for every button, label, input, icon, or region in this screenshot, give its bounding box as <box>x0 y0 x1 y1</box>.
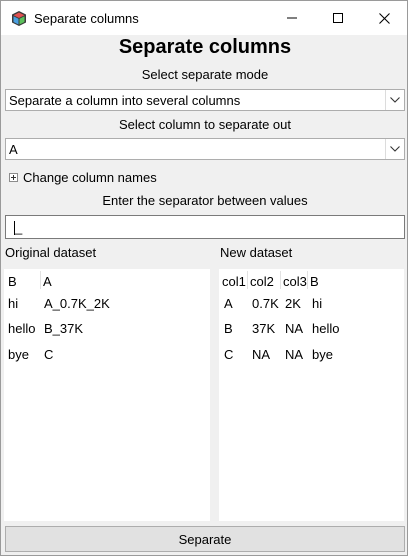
table-header-cell: col2 <box>250 274 274 289</box>
chevron-down-icon <box>390 97 400 103</box>
change-column-names-label: Change column names <box>23 169 157 185</box>
table-cell: 2K <box>285 296 301 311</box>
column-label: Select column to separate out <box>119 117 291 132</box>
table-cell: A <box>224 296 233 311</box>
close-icon <box>378 12 390 24</box>
original-dataset-label: Original dataset <box>5 245 97 260</box>
table-cell: B <box>224 321 233 336</box>
window-title: Separate columns <box>34 11 139 26</box>
table-cell: NA <box>285 321 304 336</box>
separator-label: Enter the separator between values <box>102 193 308 208</box>
separator-input[interactable]: _ <box>5 215 405 239</box>
column-divider[interactable] <box>280 271 281 289</box>
mode-select-value: Separate a column into several columns <box>9 93 241 108</box>
table-cell: hello <box>8 321 36 336</box>
table-cell: bye <box>8 347 29 362</box>
change-column-names-expander[interactable]: Change column names <box>9 169 157 185</box>
table-header-cell: col3 <box>283 274 307 289</box>
table-cell: NA <box>285 347 304 362</box>
close-button[interactable] <box>361 1 407 35</box>
separator-input-value: _ <box>15 220 23 235</box>
new-dataset-table[interactable]: col1 col2 col3 B A 0.7K 2K hi B 37K NA h… <box>219 269 404 521</box>
expand-plus-icon[interactable] <box>9 172 18 182</box>
minimize-icon <box>287 17 297 19</box>
original-dataset-table[interactable]: B A hi A_0.7K_2K hello B_37K bye C <box>4 269 210 521</box>
minimize-button[interactable] <box>269 1 315 35</box>
table-cell: C <box>224 347 234 362</box>
mode-label: Select separate mode <box>141 67 269 82</box>
maximize-icon <box>333 13 343 23</box>
page-title: Separate columns <box>118 36 292 58</box>
new-dataset-label: New dataset <box>220 245 293 260</box>
separate-columns-window: Separate columns Separate columns Select… <box>0 0 408 556</box>
table-cell: A_0.7K_2K <box>44 296 110 311</box>
mode-select-dropdown[interactable] <box>385 90 404 110</box>
table-cell: bye <box>312 347 333 362</box>
app-icon <box>12 11 26 26</box>
table-header-cell: A <box>43 274 52 289</box>
table-cell: B_37K <box>44 321 84 336</box>
chevron-down-icon <box>390 146 400 152</box>
table-cell: NA <box>252 347 271 362</box>
mode-select[interactable]: Separate a column into several columns <box>5 89 405 111</box>
column-select-dropdown[interactable] <box>385 139 404 159</box>
separate-button[interactable]: Separate <box>5 526 405 552</box>
table-cell: hi <box>8 296 19 311</box>
table-cell: C <box>44 347 54 362</box>
table-cell: 0.7K <box>252 296 279 311</box>
text-caret <box>14 221 15 235</box>
table-cell: hi <box>312 296 323 311</box>
column-divider[interactable] <box>247 271 248 289</box>
table-header-cell: B <box>310 274 319 289</box>
maximize-button[interactable] <box>315 1 361 35</box>
table-cell: 37K <box>252 321 276 336</box>
column-select-value: A <box>9 142 18 157</box>
column-select[interactable]: A <box>5 138 405 160</box>
column-divider[interactable] <box>40 271 41 289</box>
table-header-cell: B <box>8 274 17 289</box>
column-divider[interactable] <box>307 271 308 289</box>
title-bar[interactable]: Separate columns <box>1 1 407 35</box>
table-header-cell: col1 <box>222 274 246 289</box>
table-cell: hello <box>312 321 340 336</box>
